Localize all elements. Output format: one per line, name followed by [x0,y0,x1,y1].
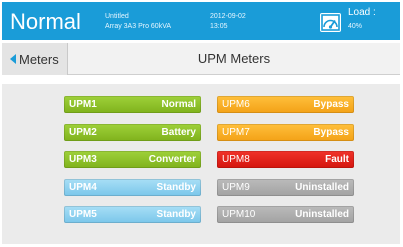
upm-tile-7[interactable]: UPM7 Bypass [217,124,354,141]
upm-id: UPM4 [69,182,97,193]
device-model: Array 3A3 Pro 60kVA [105,23,172,30]
upm-grid: UPM1 Normal UPM2 Battery UPM3 Converter … [2,84,400,244]
upm-status: Bypass [313,99,349,110]
upm-status: Standby [156,182,196,193]
upm-id: UPM9 [222,182,250,193]
navigation-bar: Meters UPM Meters [2,43,400,75]
upm-id: UPM7 [222,127,250,138]
upm-tile-5[interactable]: UPM5 Standby [64,206,201,223]
upm-id: UPM2 [69,127,97,138]
upm-id: UPM6 [222,99,250,110]
upm-status: Fault [325,154,349,165]
back-arrow-icon [10,54,16,64]
upm-id: UPM5 [69,209,97,220]
upm-status: Standby [156,209,196,220]
page-title: UPM Meters [197,51,271,66]
upm-tile-2[interactable]: UPM2 Battery [64,124,201,141]
upm-id: UPM1 [69,99,97,110]
upm-status: Uninstalled [295,209,349,220]
load-value: 40% [348,23,363,30]
back-button-label: Meters [19,51,59,67]
upm-tile-10[interactable]: UPM10 Uninstalled [217,206,354,223]
upm-tile-8[interactable]: UPM8 Fault [217,151,354,168]
upm-tile-4[interactable]: UPM4 Standby [64,179,201,196]
current-time: 13:05 [210,23,228,30]
upm-status: Converter [148,154,196,165]
load-meter-icon[interactable] [320,13,341,32]
upm-tile-9[interactable]: UPM9 Uninstalled [217,179,354,196]
upm-status: Normal [161,99,196,110]
upm-id: UPM8 [222,154,250,165]
upm-tile-1[interactable]: UPM1 Normal [64,96,201,113]
upm-id: UPM3 [69,154,97,165]
load-label: Load : [348,7,376,18]
upm-status: Uninstalled [295,182,349,193]
upm-status: Bypass [313,127,349,138]
ups-screen: Normal Untitled Array 3A3 Pro 60kVA 2012… [0,0,403,247]
upm-status: Battery [161,127,196,138]
device-name: Untitled [105,13,129,20]
upm-tile-3[interactable]: UPM3 Converter [64,151,201,168]
current-date: 2012-09-02 [210,13,246,20]
status-header: Normal Untitled Array 3A3 Pro 60kVA 2012… [2,2,400,40]
back-button[interactable]: Meters [2,43,68,75]
operating-mode: Normal [10,9,81,34]
upm-id: UPM10 [222,209,256,220]
upm-tile-6[interactable]: UPM6 Bypass [217,96,354,113]
